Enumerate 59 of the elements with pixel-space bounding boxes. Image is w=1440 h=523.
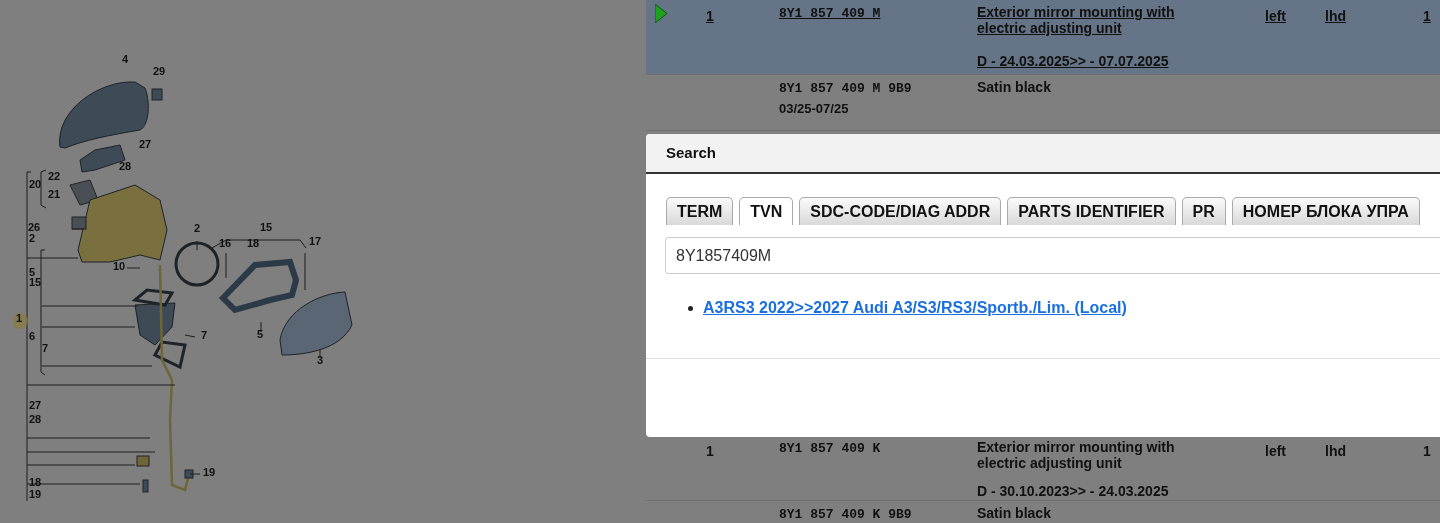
quantity-cell: 1 [1423, 8, 1431, 24]
quantity-cell: 1 [1423, 443, 1431, 459]
callout-number: 4 [122, 54, 129, 65]
callout-number: 26 [28, 222, 41, 233]
search-tab[interactable]: TVN [739, 197, 794, 225]
callout-number: 20 [29, 179, 42, 190]
callout-number: 28 [119, 161, 132, 172]
bullet-icon [688, 305, 693, 311]
position-number: 1 [706, 443, 714, 459]
callout-number: 22 [48, 171, 61, 182]
callout-number: 19 [203, 467, 216, 478]
part-number: 8Y1 857 409 M [779, 5, 882, 23]
callout-number: 27 [139, 139, 152, 150]
dialog-title: Search [666, 142, 717, 163]
callout-number: 21 [48, 189, 61, 200]
part-number: 8Y1 857 409 K 9B9 [779, 506, 913, 523]
callout-number: 27 [29, 400, 42, 411]
callout-number: 2 [29, 233, 36, 244]
part-number: 8Y1 857 409 M 9B9 [779, 80, 913, 98]
callout-number: 16 [219, 238, 232, 249]
callout-number: 7 [201, 330, 208, 341]
callout-number: 2 [194, 223, 201, 234]
callout-number: 17 [309, 236, 322, 247]
validity-period: 03/25-07/25 [779, 99, 850, 118]
side-cell: left [1265, 8, 1286, 24]
date-range: D - 30.10.2023>> - 24.03.2025 [977, 483, 1170, 499]
current-row-arrow-icon [655, 4, 667, 23]
part-number: 8Y1 857 409 K [779, 440, 882, 458]
search-tab[interactable]: НОМЕР БЛОКА УПРА [1231, 197, 1420, 225]
callout-number: 10 [113, 261, 126, 272]
callout-number: 1 [16, 313, 23, 324]
callout-number: 7 [42, 343, 49, 354]
parts-row[interactable]: 1 8Y1 857 409 M Exterior mirror mounting with electric adjusting unit D - 24.03.2025>> - 07.07.2025 left lhd 1 [646, 0, 1440, 75]
search-tab[interactable]: SDC-CODE/DIAG ADDR [799, 197, 1002, 225]
search-field[interactable]: 8Y1857409M [665, 237, 1440, 274]
drive-cell: lhd [1325, 443, 1346, 459]
part-description: Satin black [977, 505, 1052, 521]
search-tab[interactable]: PR [1181, 197, 1226, 225]
part-description: Satin black [977, 79, 1052, 95]
callout-number: 18 [29, 477, 42, 488]
date-range: D - 24.03.2025>> - 07.07.2025 [977, 53, 1170, 69]
position-number: 1 [706, 8, 714, 24]
callout-number: 15 [29, 277, 42, 288]
callout-number: 19 [29, 489, 42, 500]
callout-number: 6 [29, 331, 36, 342]
search-tab[interactable]: PARTS IDENTIFIER [1007, 197, 1176, 225]
drive-cell: lhd [1325, 8, 1346, 24]
side-cell: left [1265, 443, 1286, 459]
callout-number: 15 [260, 222, 273, 233]
search-tab[interactable]: TERM [666, 197, 734, 225]
callout-number: 5 [29, 267, 36, 278]
callout-number: 5 [257, 329, 264, 340]
callout-number: 18 [247, 238, 260, 249]
callout-number: 29 [153, 66, 166, 77]
callout-number: 28 [29, 414, 42, 425]
part-description: Exterior mirror mounting with electric adjusting unit [977, 4, 1176, 36]
part-description: Exterior mirror mounting with electric adjusting unit [977, 439, 1176, 471]
result-link[interactable]: A3RS3 2022>>2027 Audi A3/S3/RS3/Sportb./Lim. (Local) [703, 296, 1127, 320]
callout-number: 3 [317, 355, 324, 366]
